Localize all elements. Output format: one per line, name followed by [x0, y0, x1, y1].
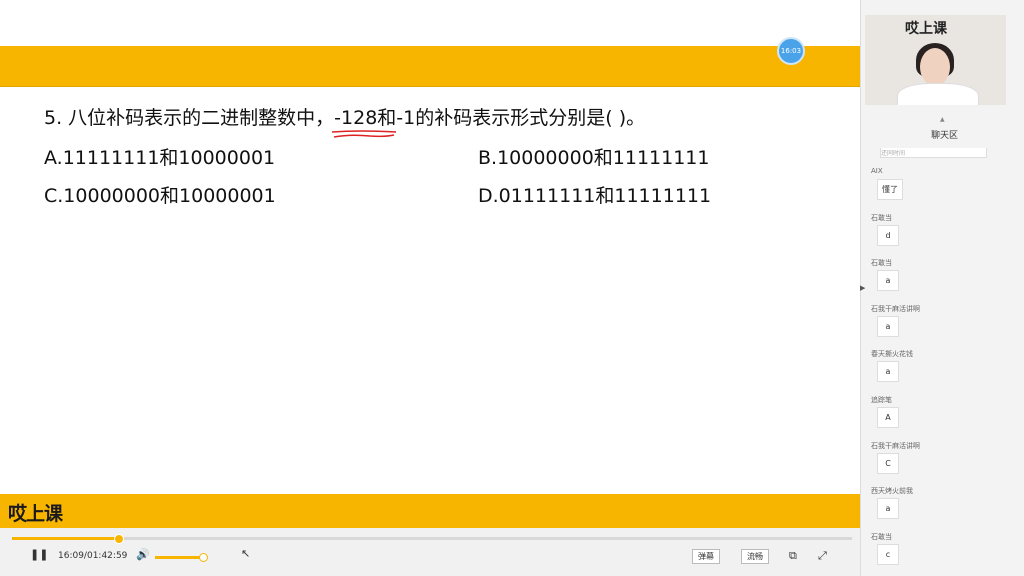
question-text: 5. 八位补码表示的二进制整数中，-128 和-1的补码表示形式分别是( )。 — [44, 103, 646, 138]
chat-message-bubble: a — [877, 498, 899, 520]
danmu-button[interactable]: 弹幕 — [692, 549, 720, 564]
option-d: D.01111111和11111111 — [478, 185, 712, 207]
question-highlight: -128 — [332, 107, 397, 138]
slide-footer-band — [0, 494, 860, 528]
chat-message-bubble: c — [877, 543, 899, 565]
question-prefix: 5. 八位补码表示的二进制整数中， — [44, 107, 335, 129]
chat-message-name: 西天烤火前我 — [871, 487, 913, 496]
underline-annotation — [332, 130, 397, 138]
pip-icon[interactable]: ⧉ — [789, 549, 797, 563]
pause-icon[interactable]: ❚❚ — [30, 548, 48, 561]
question-suffix: 和-1的补码表示形式分别是( )。 — [377, 107, 646, 129]
teacher-body — [897, 83, 979, 105]
chat-message-bubble: d — [877, 224, 899, 246]
chat-message-name: 追踪笔 — [871, 396, 892, 404]
option-b: B.10000000和11111111 — [478, 147, 710, 169]
chat-message-bubble: 懂了 — [877, 179, 903, 200]
slide-area: 16:03 5. 八位补码表示的二进制整数中，-128 和-1的补码表示形式分别是… — [0, 0, 860, 576]
chat-message-name: 春天撕火花钱 — [871, 350, 913, 359]
chat-title: 聊天区 — [930, 131, 958, 141]
chat-message-bubble: A — [877, 407, 899, 428]
chat-message-bubble: a — [877, 270, 899, 292]
time-bubble: 16:03 — [777, 37, 805, 65]
brand-logo: 哎上课 — [8, 503, 63, 525]
progress-bar[interactable] — [12, 534, 852, 544]
progress-fill — [12, 537, 118, 540]
fullscreen-icon[interactable]: ⤢ — [818, 549, 827, 563]
chat-message-bubble: C — [877, 452, 899, 474]
question-highlight-text: -128 — [334, 107, 378, 129]
video-player-controls: ❚❚ 16:09/01:42:59 🔊 弹幕 流畅 ⧉ ⤢ — [0, 528, 860, 576]
chat-message-name: AIX — [871, 167, 883, 175]
chat-message-bubble: a — [877, 361, 899, 383]
chat-message-name: 石敢当 — [871, 259, 892, 268]
chat-message-name: 石我干麻活讲啊 — [871, 304, 920, 313]
chat-message-bubble: a — [877, 315, 899, 337]
chat-message-name: 石敢当 — [871, 532, 892, 541]
volume-icon[interactable]: 🔊 — [136, 548, 150, 561]
slide-header-band — [0, 46, 860, 87]
video-brand-logo: 哎上课 — [905, 21, 947, 37]
volume-handle[interactable] — [198, 553, 208, 562]
quality-button[interactable]: 流畅 — [741, 549, 769, 564]
option-c: C.10000000和10000001 — [44, 185, 276, 207]
chat-scroll-up-icon[interactable]: ▲ — [940, 116, 945, 123]
teacher-face — [920, 48, 950, 86]
progress-handle[interactable] — [113, 534, 124, 544]
option-a: A.11111111和10000001 — [44, 147, 276, 169]
time-display: 16:09/01:42:59 — [58, 551, 128, 561]
volume-slider[interactable] — [155, 553, 208, 562]
collapse-arrow-icon[interactable]: ▶ — [860, 284, 865, 292]
chat-clipped-message: 还同时间 — [880, 148, 987, 158]
chat-message-name: 石我干麻活讲啊 — [871, 441, 920, 450]
teacher-video: 哎上课 — [865, 15, 1006, 105]
mouse-cursor-icon: ↖ — [241, 547, 251, 560]
volume-fill — [155, 556, 203, 559]
chat-message-name: 石敢当 — [871, 213, 892, 222]
